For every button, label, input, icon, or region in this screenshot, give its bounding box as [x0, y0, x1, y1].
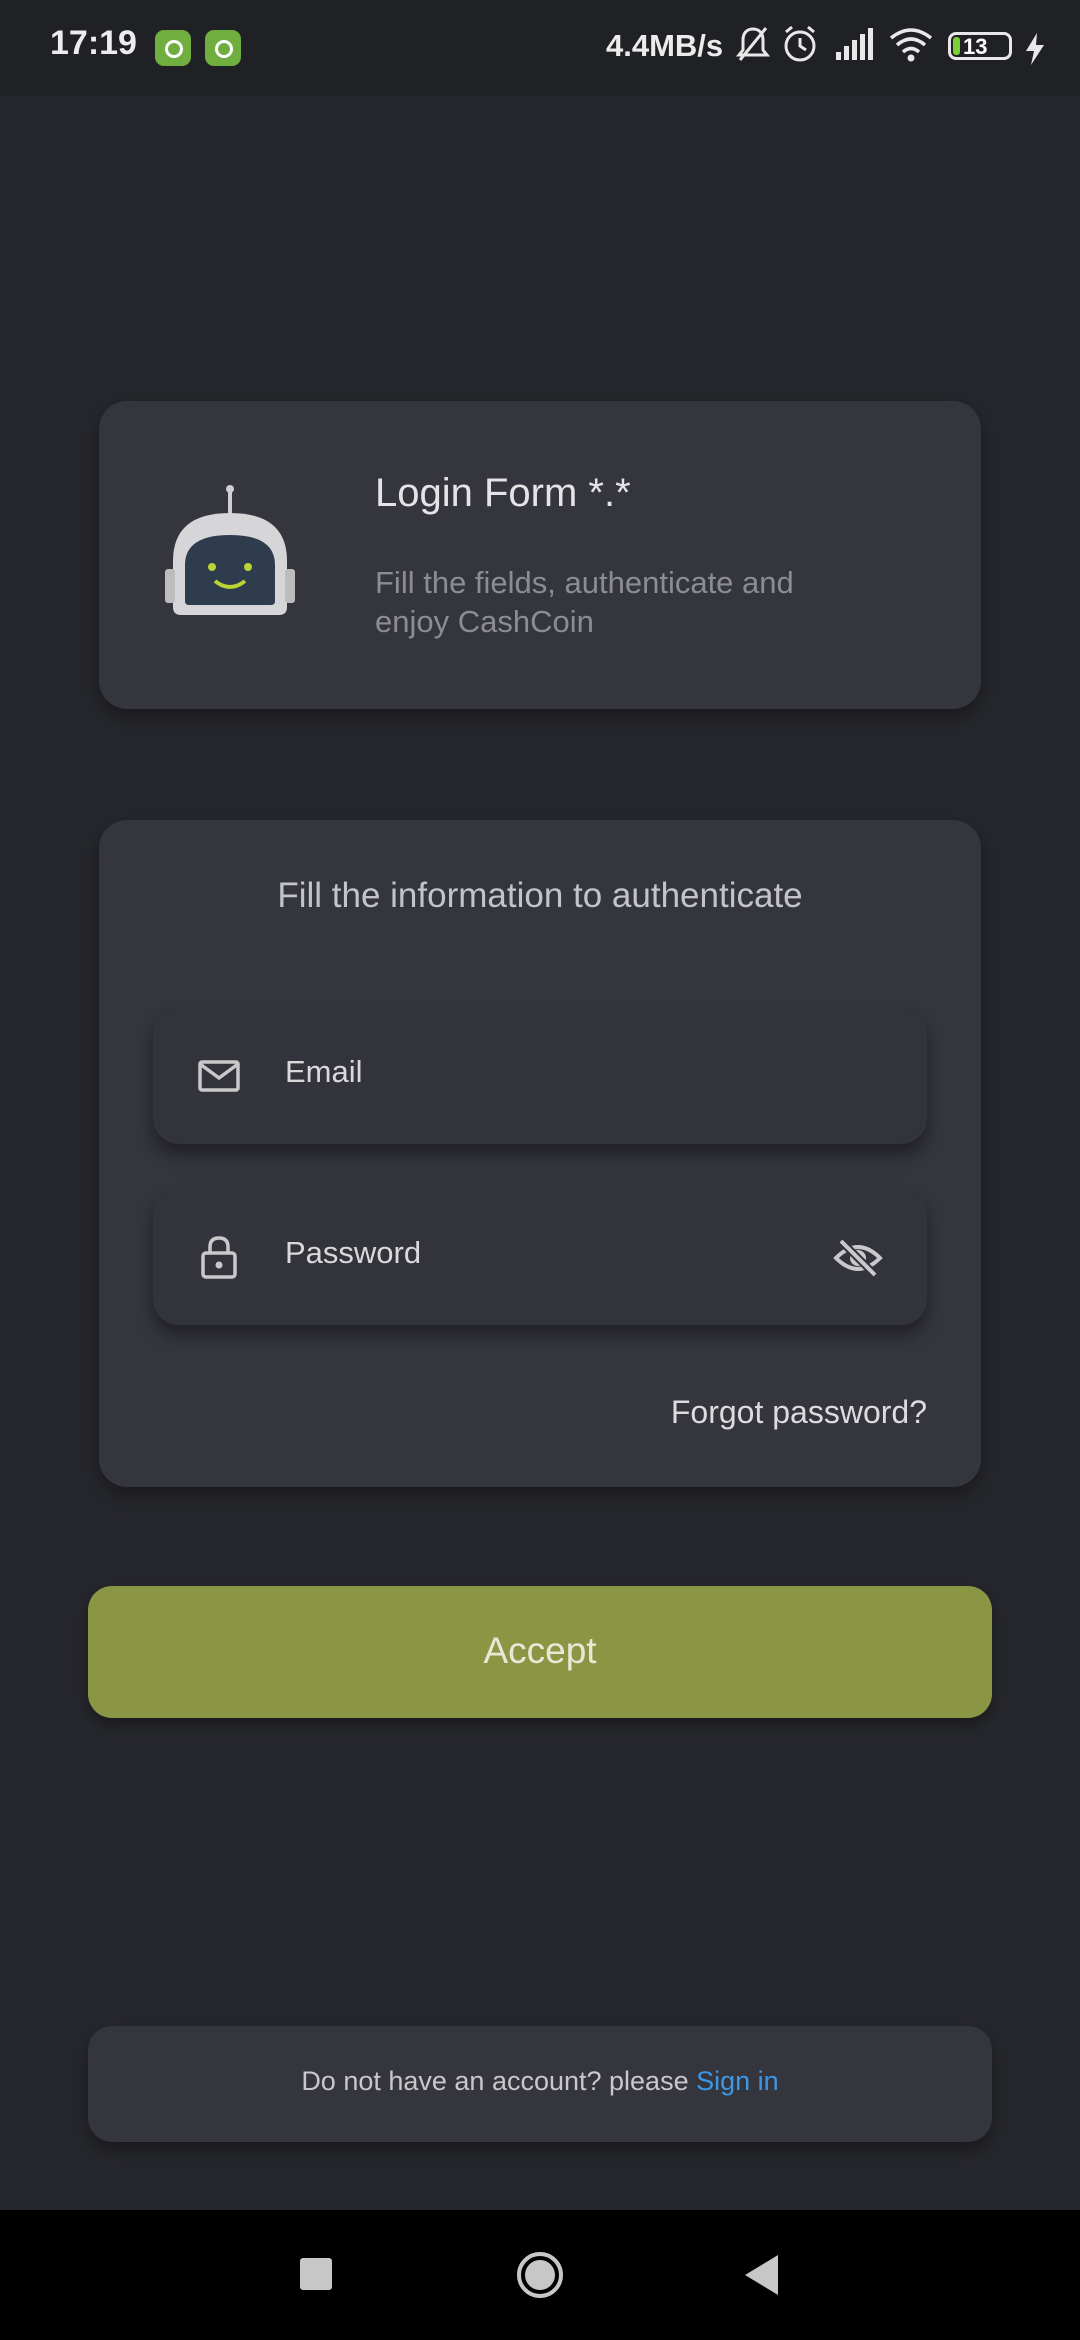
signup-prompt: Do not have an account? please: [301, 2066, 697, 2096]
forgot-password-link[interactable]: Forgot password?: [671, 1394, 927, 1431]
battery-level-fill: [953, 37, 960, 55]
battery-level: 13: [963, 34, 988, 59]
status-time: 17:19: [50, 24, 137, 62]
home-button[interactable]: [515, 2250, 565, 2300]
recent-apps-button[interactable]: [300, 2258, 332, 2290]
password-placeholder: Password: [285, 1235, 422, 1270]
signup-prompt-row: Do not have an account? please Sign in: [88, 2066, 992, 2097]
form-heading: Fill the information to authenticate: [277, 876, 803, 915]
email-field[interactable]: Email: [153, 1008, 927, 1144]
network-speed: 4.4MB/s: [606, 28, 724, 63]
system-nav-bar: [0, 2210, 1080, 2340]
accept-button-label: Accept: [483, 1630, 597, 1671]
wifi-icon: [889, 28, 933, 62]
app-notification-icon: [155, 30, 191, 66]
accept-button[interactable]: Accept: [88, 1586, 992, 1718]
sign-in-link[interactable]: Sign in: [696, 2066, 779, 2096]
status-bar: 17:19 4.4MB/s 13: [0, 0, 1080, 96]
header-card: Login Form *.* Fill the fields, authenti…: [99, 401, 981, 709]
signal-icon: [836, 28, 873, 60]
email-placeholder: Email: [285, 1054, 363, 1089]
mute-icon: [736, 27, 770, 61]
login-form-card: Fill the information to authenticate Ema…: [99, 820, 981, 1487]
battery-icon: 13: [948, 32, 1012, 60]
robot-logo-icon: [165, 485, 295, 615]
page-title: Login Form *.*: [375, 471, 631, 515]
visibility-off-icon[interactable]: [833, 1233, 883, 1283]
charging-icon: [1026, 33, 1044, 65]
app-notification-icon: [205, 30, 241, 66]
lock-icon: [201, 1236, 237, 1279]
back-button[interactable]: [742, 2252, 782, 2298]
password-field[interactable]: Password: [153, 1189, 927, 1325]
mail-icon: [198, 1060, 240, 1092]
alarm-icon: [784, 25, 816, 62]
page-subtitle: Fill the fields, authenticate and enjoy …: [375, 565, 794, 639]
signup-card: Do not have an account? please Sign in: [88, 2026, 992, 2142]
